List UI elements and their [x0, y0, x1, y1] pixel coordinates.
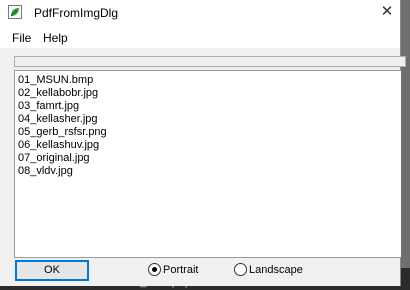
- radio-circle-checked: [148, 263, 161, 276]
- background-right-edge: [400, 0, 410, 268]
- image-file-list[interactable]: 01_MSUN.bmp 02_kellabobr.jpg 03_famrt.jp…: [14, 70, 401, 258]
- ok-button[interactable]: OK: [15, 260, 89, 281]
- list-item[interactable]: 07_original.jpg: [18, 152, 90, 165]
- app-leaf-icon: [8, 5, 22, 19]
- menu-help[interactable]: Help: [43, 31, 68, 45]
- radio-landscape-label: Landscape: [249, 264, 303, 276]
- list-item[interactable]: 08_vldv.jpg: [18, 165, 73, 178]
- top-strip-control: [14, 56, 406, 67]
- title-bar[interactable]: PdfFromImgDlg ✕: [0, 0, 400, 26]
- list-item[interactable]: 06_kellashuv.jpg: [18, 139, 99, 152]
- list-item[interactable]: 02_kellabobr.jpg: [18, 87, 98, 100]
- radio-portrait[interactable]: Portrait: [148, 263, 208, 277]
- radio-circle: [234, 263, 247, 276]
- list-item[interactable]: 04_kellasher.jpg: [18, 113, 98, 126]
- menu-bar: File Help: [0, 29, 400, 47]
- list-item[interactable]: 01_MSUN.bmp: [18, 74, 93, 87]
- close-button[interactable]: ✕: [374, 2, 400, 24]
- menu-file[interactable]: File: [12, 31, 31, 45]
- dialog-window: PdfFromImgDlg ✕ File Help 01_MSUN.bmp 02…: [0, 0, 406, 286]
- radio-portrait-label: Portrait: [163, 264, 199, 276]
- list-item[interactable]: 03_famrt.jpg: [18, 100, 79, 113]
- radio-dot: [152, 267, 157, 272]
- list-item[interactable]: 05_gerb_rsfsr.png: [18, 126, 107, 139]
- radio-landscape[interactable]: Landscape: [234, 263, 314, 277]
- window-title: PdfFromImgDlg: [34, 6, 119, 20]
